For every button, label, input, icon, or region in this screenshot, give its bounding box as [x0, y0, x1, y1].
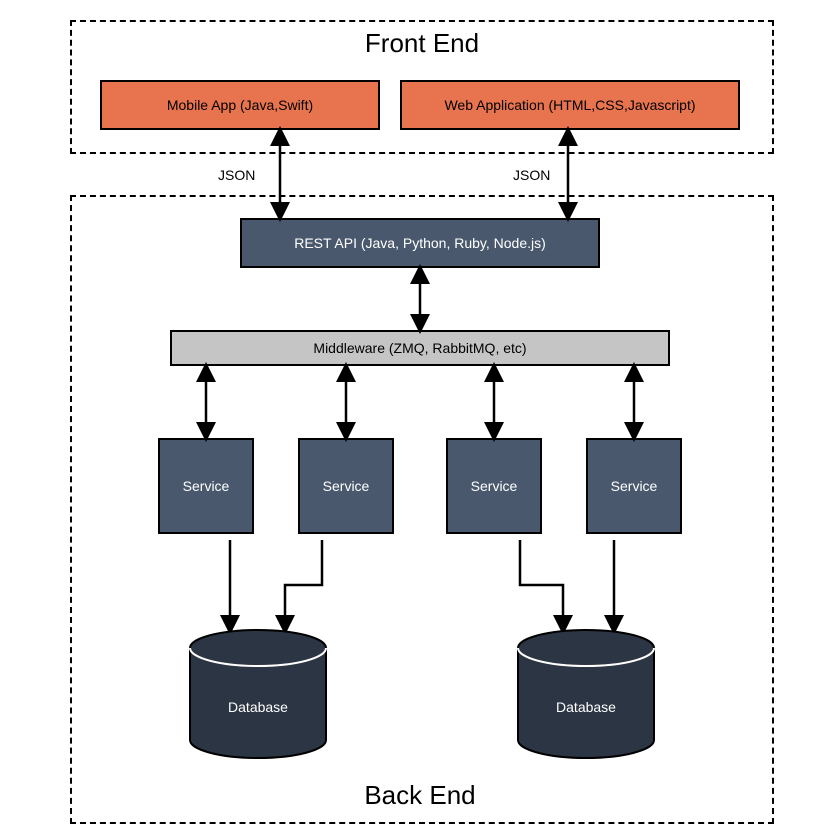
service-box-3: Service: [446, 438, 542, 534]
middleware-box: Middleware (ZMQ, RabbitMQ, etc): [170, 330, 670, 366]
mobile-app-box: Mobile App (Java,Swift): [100, 80, 380, 130]
backend-title: Back End: [70, 780, 770, 811]
rest-api-box: REST API (Java, Python, Ruby, Node.js): [240, 218, 600, 268]
web-app-box: Web Application (HTML,CSS,Javascript): [400, 80, 740, 130]
service-box-4: Service: [586, 438, 682, 534]
service-box-2: Service: [298, 438, 394, 534]
service-box-1: Service: [158, 438, 254, 534]
json-label-right: JSON: [513, 167, 550, 183]
frontend-title: Front End: [72, 28, 772, 59]
json-label-left: JSON: [218, 167, 255, 183]
